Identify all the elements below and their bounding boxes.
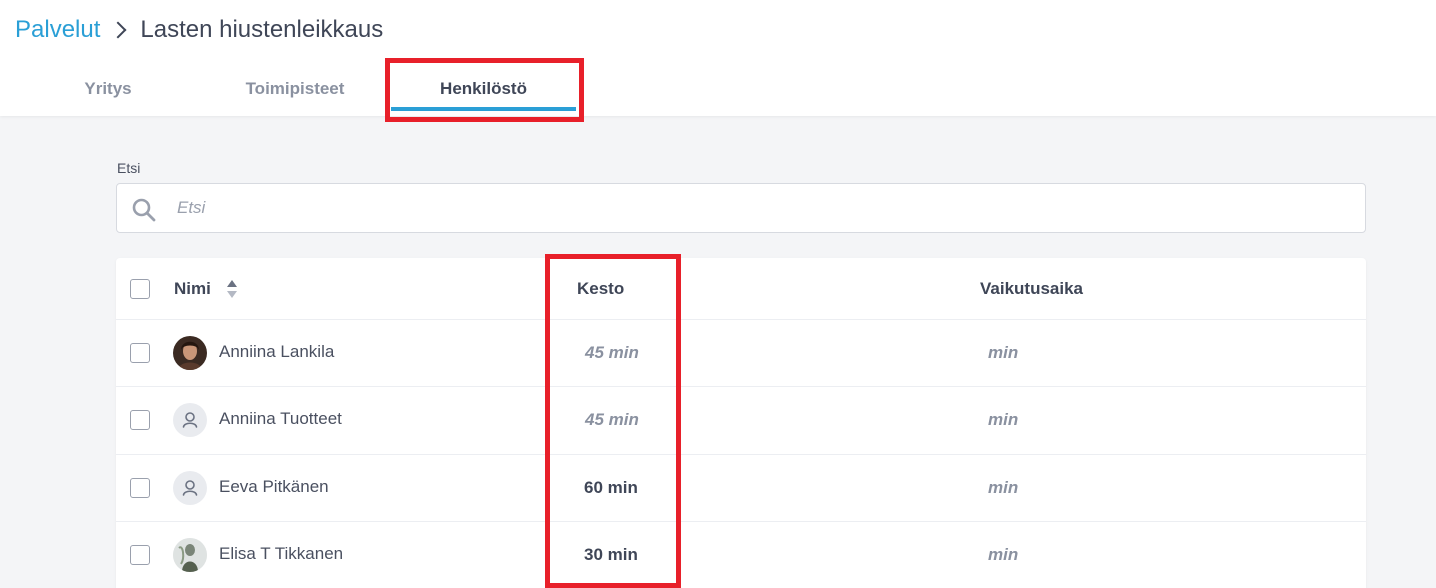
breadcrumb: Palvelut Lasten hiustenleikkaus	[15, 16, 383, 44]
row-checkbox[interactable]	[130, 545, 150, 565]
search-label: Etsi	[117, 160, 141, 176]
staff-name: Elisa T Tikkanen	[219, 544, 344, 563]
row-checkbox[interactable]	[130, 410, 150, 430]
user-icon	[182, 480, 198, 496]
staff-name: Anniina Lankila	[219, 342, 335, 361]
duration-value[interactable]: 45 min	[585, 410, 639, 430]
effect-time-value[interactable]: min	[988, 410, 1018, 430]
page-title: Lasten hiustenleikkaus	[140, 16, 384, 43]
table-row[interactable]: Anniina Lankila 45 min min	[116, 320, 1366, 387]
table-row[interactable]: Eeva Pitkänen 60 min min	[116, 455, 1366, 522]
column-header-nimi[interactable]: Nimi	[174, 279, 211, 299]
staff-name: Eeva Pitkänen	[219, 477, 329, 496]
search-icon	[132, 198, 156, 222]
staff-name: Anniina Tuotteet	[219, 409, 342, 428]
staff-table: Nimi Kesto Vaikutusaika Anniina Lankila …	[116, 258, 1366, 588]
row-checkbox[interactable]	[130, 478, 150, 498]
column-header-kesto: Kesto	[577, 279, 625, 298]
sort-icon[interactable]	[226, 278, 238, 300]
duration-value[interactable]: 60 min	[584, 478, 638, 498]
user-icon	[182, 412, 198, 428]
profile-photo-icon	[173, 336, 207, 370]
effect-time-value[interactable]: min	[988, 478, 1018, 498]
search-input[interactable]	[177, 184, 1277, 232]
tab-toimipisteet[interactable]: Toimipisteet	[220, 64, 370, 114]
page-header: Palvelut Lasten hiustenleikkaus Yritys T…	[0, 0, 1436, 116]
avatar	[173, 471, 207, 505]
breadcrumb-link-palvelut[interactable]: Palvelut	[15, 16, 100, 44]
table-row[interactable]: Elisa T Tikkanen 30 min min	[116, 522, 1366, 588]
avatar	[173, 403, 207, 437]
search-box	[116, 183, 1366, 233]
table-header-row: Nimi Kesto Vaikutusaika	[116, 258, 1366, 320]
tab-bar: Yritys Toimipisteet Henkilöstö	[0, 64, 700, 114]
effect-time-value[interactable]: min	[988, 343, 1018, 363]
profile-photo-icon	[173, 538, 207, 572]
duration-value[interactable]: 30 min	[584, 545, 638, 565]
effect-time-value[interactable]: min	[988, 545, 1018, 565]
tab-yritys[interactable]: Yritys	[58, 64, 158, 114]
column-header-vaikutusaika: Vaikutusaika	[980, 279, 1084, 298]
row-checkbox[interactable]	[130, 343, 150, 363]
chevron-right-icon	[109, 21, 127, 39]
active-tab-indicator	[391, 107, 576, 111]
select-all-checkbox[interactable]	[130, 279, 150, 299]
duration-value[interactable]: 45 min	[585, 343, 639, 363]
table-row[interactable]: Anniina Tuotteet 45 min min	[116, 387, 1366, 455]
avatar	[173, 538, 207, 572]
avatar	[173, 336, 207, 370]
